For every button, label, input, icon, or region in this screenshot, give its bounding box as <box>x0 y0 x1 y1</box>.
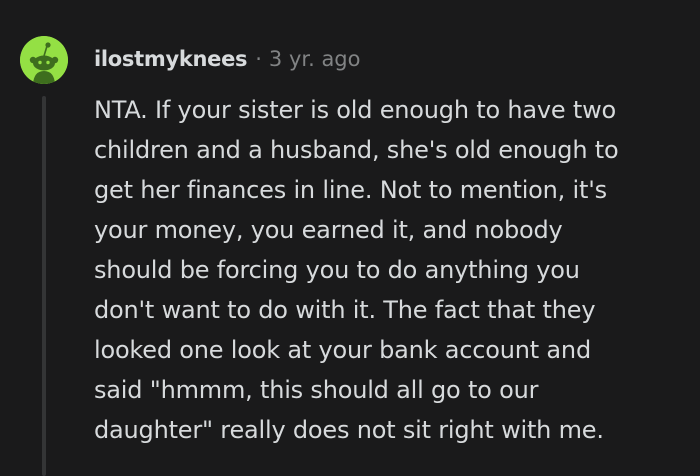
comment-line: looked one look at your bank account and <box>94 336 591 364</box>
comment-line: your money, you earned it, and nobody <box>94 216 563 244</box>
author-name[interactable]: ilostmyknees <box>94 47 248 71</box>
comment: ilostmyknees · 3 yr. ago NTA. If your si… <box>0 0 700 476</box>
comment-line: said "hmmm, this should all go to our <box>94 376 539 404</box>
comment-line: children and a husband, she's old enough… <box>94 136 619 164</box>
comment-line: NTA. If your sister is old enough to hav… <box>94 96 617 124</box>
comment-line: daughter" really does not sit right with… <box>94 416 604 444</box>
snoo-avatar-icon <box>20 36 68 84</box>
comment-line: should be forcing you to do anything you <box>94 256 580 284</box>
comment-line: get her finances in line. Not to mention… <box>94 176 607 204</box>
meta-separator: · <box>255 47 262 71</box>
comment-line: don't want to do with it. The fact that … <box>94 296 596 324</box>
timestamp[interactable]: 3 yr. ago <box>269 47 361 71</box>
thread-line[interactable] <box>42 96 46 476</box>
comment-meta: ilostmyknees · 3 yr. ago <box>94 44 361 74</box>
comment-body: NTA. If your sister is old enough to hav… <box>94 90 694 450</box>
user-avatar[interactable] <box>20 36 68 84</box>
